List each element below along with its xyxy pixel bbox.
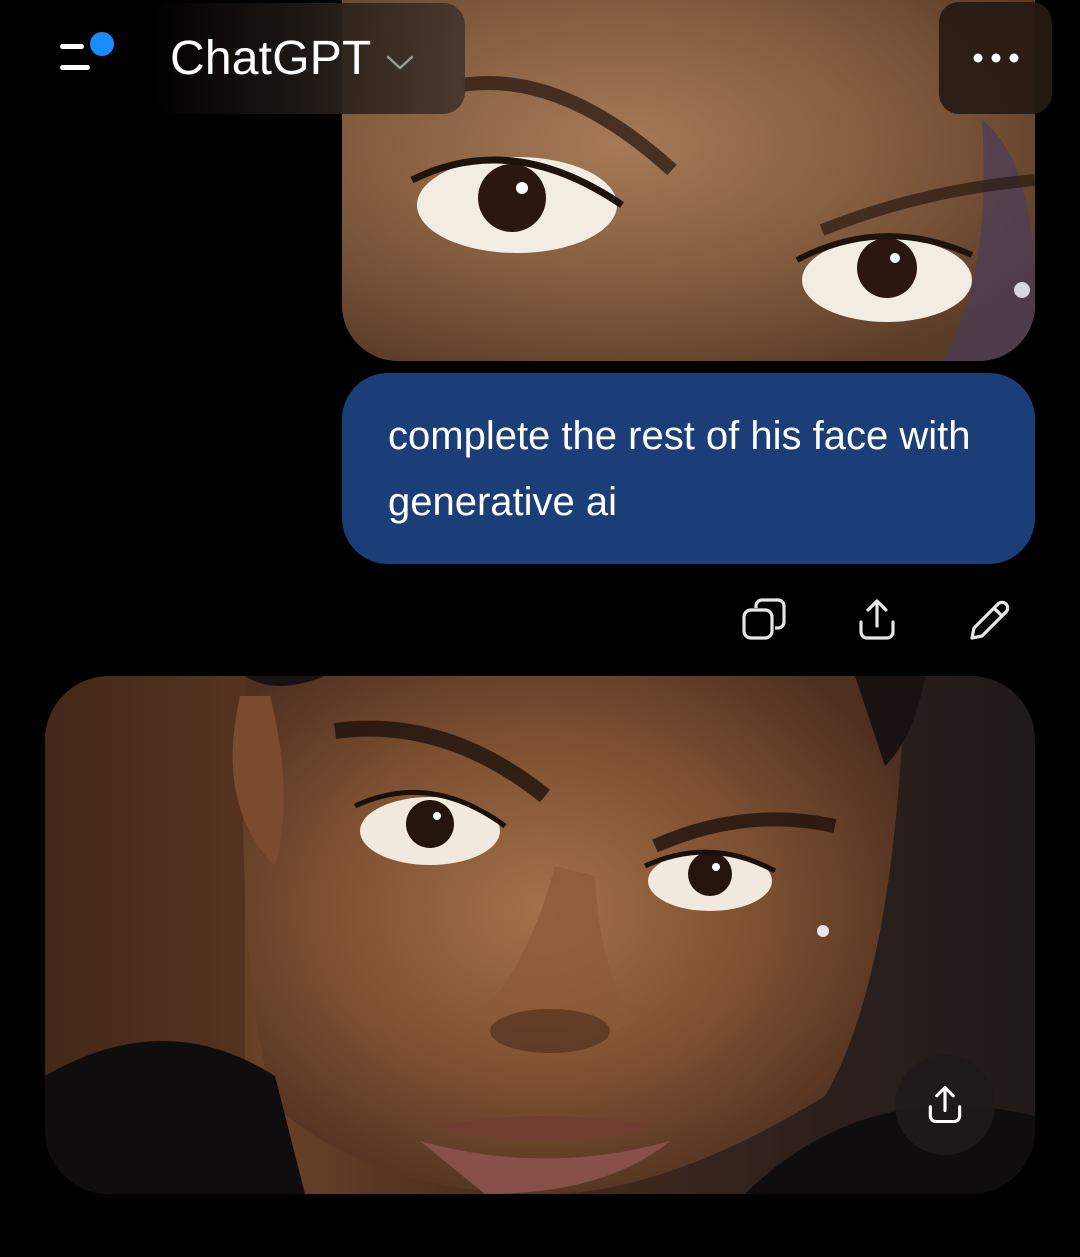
menu-lines-icon [60, 32, 114, 70]
app-title: ChatGPT [170, 32, 372, 85]
edit-message-button[interactable] [966, 596, 1014, 644]
more-options-button[interactable] [939, 2, 1052, 114]
model-selector[interactable]: ChatGPT [150, 3, 465, 114]
user-message-bubble[interactable]: complete the rest of his face with gener… [342, 373, 1035, 564]
ellipsis-icon [973, 53, 1018, 63]
generated-image[interactable] [45, 676, 1035, 1194]
share-icon [859, 599, 895, 640]
portrait-illustration [45, 676, 1035, 1194]
sidebar-menu-button[interactable] [54, 30, 120, 80]
share-message-button[interactable] [853, 596, 901, 644]
edit-icon [970, 600, 1010, 640]
new-indicator-dot [90, 32, 114, 56]
chevron-down-icon [387, 55, 414, 69]
share-image-button[interactable] [895, 1055, 995, 1155]
copy-icon [742, 598, 786, 640]
share-icon [928, 1086, 962, 1124]
copy-button[interactable] [740, 596, 788, 644]
user-message-text: complete the rest of his face with gener… [388, 414, 971, 524]
